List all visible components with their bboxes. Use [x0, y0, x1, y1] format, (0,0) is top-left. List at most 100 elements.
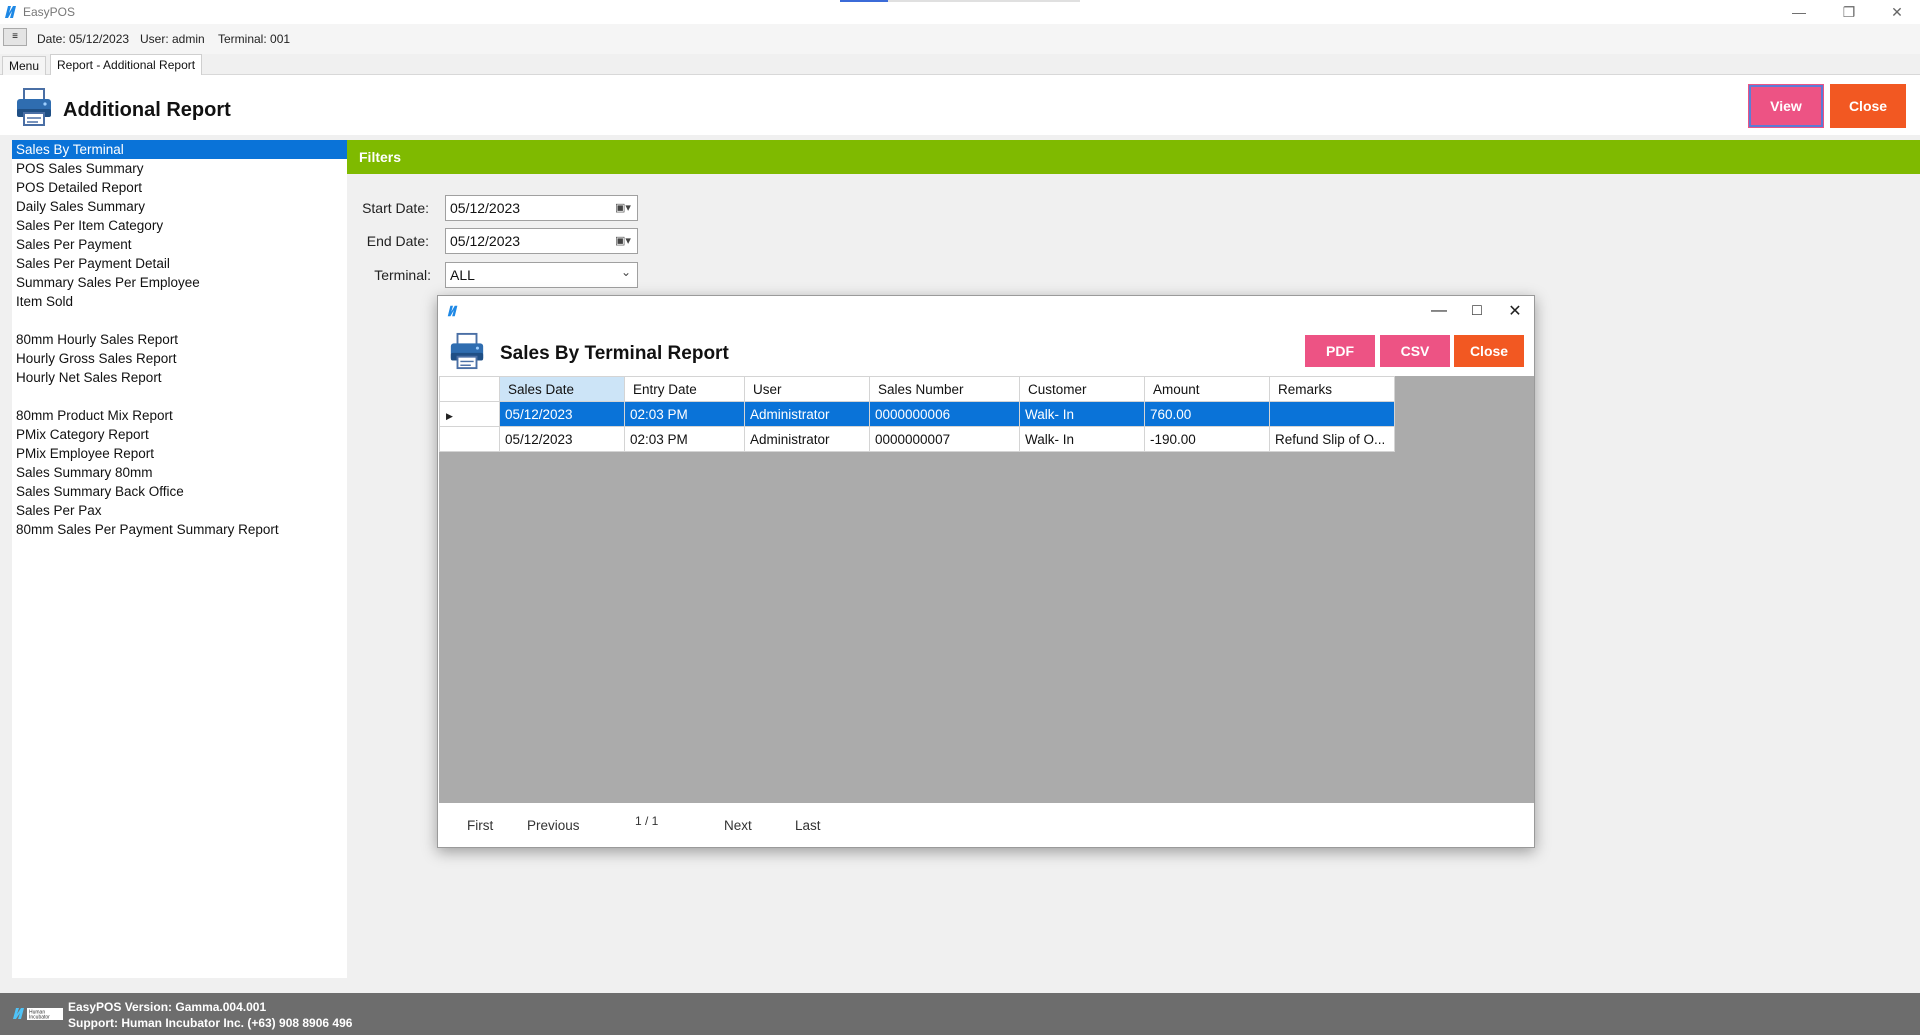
footer-support: Support: Human Incubator Inc. (+63) 908 …: [68, 1016, 353, 1030]
report-list-item[interactable]: 80mm Sales Per Payment Summary Report: [12, 520, 347, 539]
dialog-titlebar: — □ ✕: [438, 296, 1534, 326]
window-close-button[interactable]: ✕: [1874, 0, 1920, 24]
cell-sales-date[interactable]: 05/12/2023: [499, 426, 625, 452]
row-header-corner: [439, 376, 500, 402]
column-header-entry-date[interactable]: Entry Date: [624, 376, 745, 402]
cell-entry-date[interactable]: 02:03 PM: [624, 426, 745, 452]
cell-sales-number[interactable]: 0000000006: [869, 401, 1020, 427]
report-list-item[interactable]: POS Detailed Report: [12, 178, 347, 197]
cell-customer[interactable]: Walk- In: [1019, 401, 1145, 427]
filters-header: Filters: [347, 140, 1920, 174]
session-user: User: admin: [140, 32, 205, 46]
terminal-select[interactable]: ALL ⌄: [445, 262, 638, 288]
page-title: Additional Report: [63, 99, 231, 121]
page-indicator: 1 / 1: [635, 814, 659, 828]
dialog-title: Sales By Terminal Report: [500, 343, 729, 364]
dialog-close-icon[interactable]: ✕: [1495, 298, 1535, 324]
report-list-item[interactable]: PMix Category Report: [12, 425, 347, 444]
cell-amount[interactable]: 760.00: [1144, 401, 1270, 427]
end-date-picker[interactable]: 05/12/2023 ▣▾: [445, 228, 638, 254]
report-list: Sales By Terminal POS Sales Summary POS De…: [12, 140, 347, 978]
report-list-item[interactable]: Sales Summary 80mm: [12, 463, 347, 482]
report-list-item[interactable]: Sales Per Payment Detail: [12, 254, 347, 273]
sales-by-terminal-dialog: — □ ✕ Sales By Terminal Report PDF CSV C…: [437, 295, 1535, 848]
pdf-button[interactable]: PDF: [1305, 335, 1375, 367]
report-list-item[interactable]: Item Sold: [12, 292, 347, 311]
dialog-minimize-button[interactable]: —: [1419, 298, 1459, 324]
app-titlebar: EasyPOS — ❐ ✕: [0, 0, 1920, 24]
report-list-item[interactable]: Sales Per Payment: [12, 235, 347, 254]
session-date: Date: 05/12/2023: [37, 32, 130, 46]
next-page-button[interactable]: Next: [724, 818, 752, 833]
calendar-dropdown-icon[interactable]: ▣▾: [615, 234, 631, 248]
loading-indicator: [840, 0, 1080, 2]
report-list-item[interactable]: Summary Sales Per Employee: [12, 273, 347, 292]
table-row[interactable]: ▶ 05/12/2023 02:03 PM Administrator 0000…: [439, 401, 1395, 427]
report-list-item[interactable]: Sales Per Item Category: [12, 216, 347, 235]
menu-toggle-button[interactable]: ≡: [3, 28, 27, 46]
row-header[interactable]: ▶: [439, 401, 500, 427]
minimize-button[interactable]: —: [1776, 0, 1822, 24]
current-row-arrow-icon: ▶: [446, 410, 453, 421]
report-grid-area: Sales Date Entry Date User Sales Number …: [439, 376, 1534, 803]
last-page-button[interactable]: Last: [795, 818, 821, 833]
first-page-button[interactable]: First: [467, 818, 493, 833]
app-footer: Human Incubator EasyPOS Version: Gamma.0…: [0, 993, 1920, 1035]
restore-button[interactable]: ❐: [1826, 0, 1872, 24]
report-list-item[interactable]: POS Sales Summary: [12, 159, 347, 178]
report-grid: Sales Date Entry Date User Sales Number …: [439, 376, 1395, 452]
cell-remarks[interactable]: Refund Slip of O...: [1269, 426, 1395, 452]
calendar-dropdown-icon[interactable]: ▣▾: [615, 201, 631, 215]
cell-sales-date[interactable]: 05/12/2023: [499, 401, 625, 427]
report-list-item[interactable]: Daily Sales Summary: [12, 197, 347, 216]
column-header-customer[interactable]: Customer: [1019, 376, 1145, 402]
session-terminal: Terminal: 001: [218, 32, 291, 46]
chevron-down-icon: ⌄: [620, 265, 631, 279]
end-date-label: End Date:: [366, 233, 429, 249]
report-list-item[interactable]: 80mm Hourly Sales Report: [12, 330, 347, 349]
grid-header-row: Sales Date Entry Date User Sales Number …: [439, 376, 1395, 402]
page-header: Additional Report View Close: [0, 75, 1920, 135]
tab-menu[interactable]: Menu: [2, 56, 47, 75]
start-date-picker[interactable]: 05/12/2023 ▣▾: [445, 195, 638, 221]
tab-additional-report[interactable]: Report - Additional Report: [50, 54, 203, 75]
cell-sales-number[interactable]: 0000000007: [869, 426, 1020, 452]
column-header-user[interactable]: User: [744, 376, 870, 402]
cell-amount[interactable]: -190.00: [1144, 426, 1270, 452]
printer-icon: [450, 332, 484, 370]
previous-page-button[interactable]: Previous: [527, 818, 580, 833]
view-button[interactable]: View: [1748, 84, 1824, 128]
easypos-logo-icon: [5, 6, 16, 18]
tab-strip: Menu Report - Additional Report: [0, 54, 1920, 75]
svg-text:Incubator: Incubator: [29, 1015, 50, 1021]
start-date-label: Start Date:: [362, 200, 429, 216]
report-list-item[interactable]: PMix Employee Report: [12, 444, 347, 463]
end-date-value: 05/12/2023: [450, 233, 521, 249]
csv-button[interactable]: CSV: [1380, 335, 1450, 367]
session-status-bar: ≡ Date: 05/12/2023 User: admin Terminal:…: [0, 24, 1920, 54]
table-row[interactable]: 05/12/2023 02:03 PM Administrator 000000…: [439, 426, 1395, 452]
column-header-amount[interactable]: Amount: [1144, 376, 1270, 402]
cell-user[interactable]: Administrator: [744, 426, 870, 452]
cell-remarks[interactable]: [1269, 401, 1395, 427]
footer-version: EasyPOS Version: Gamma.004.001: [68, 1000, 267, 1014]
cell-entry-date[interactable]: 02:03 PM: [624, 401, 745, 427]
report-list-item[interactable]: Hourly Net Sales Report: [12, 368, 347, 387]
cell-customer[interactable]: Walk- In: [1019, 426, 1145, 452]
dialog-close-button[interactable]: Close: [1454, 335, 1524, 367]
report-list-item[interactable]: Sales By Terminal: [12, 140, 347, 159]
column-header-sales-date[interactable]: Sales Date: [499, 376, 625, 402]
cell-user[interactable]: Administrator: [744, 401, 870, 427]
report-list-item[interactable]: Hourly Gross Sales Report: [12, 349, 347, 368]
report-list-item[interactable]: Sales Per Pax: [12, 501, 347, 520]
close-button[interactable]: Close: [1830, 84, 1906, 128]
row-header[interactable]: [439, 426, 500, 452]
terminal-label: Terminal:: [374, 267, 431, 283]
column-header-sales-number[interactable]: Sales Number: [869, 376, 1020, 402]
report-list-item[interactable]: Sales Summary Back Office: [12, 482, 347, 501]
report-list-item[interactable]: 80mm Product Mix Report: [12, 406, 347, 425]
dialog-maximize-button[interactable]: □: [1457, 298, 1497, 324]
terminal-value: ALL: [450, 267, 475, 283]
column-header-remarks[interactable]: Remarks: [1269, 376, 1395, 402]
